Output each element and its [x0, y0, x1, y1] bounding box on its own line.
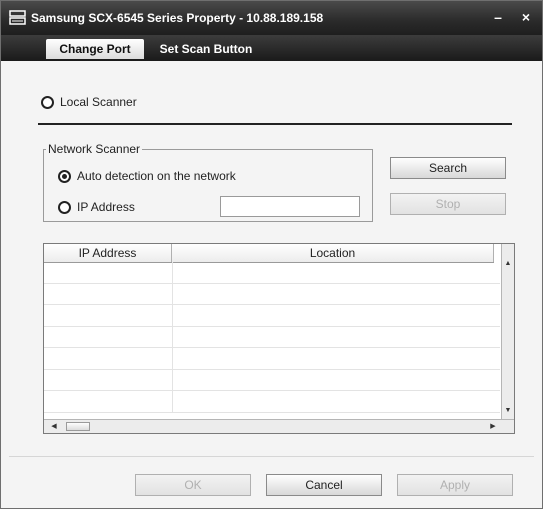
auto-detection-option[interactable]: Auto detection on the network: [58, 169, 236, 183]
table-row[interactable]: [44, 326, 500, 348]
ip-address-radio[interactable]: [58, 200, 71, 214]
tab-change-port[interactable]: Change Port: [46, 39, 144, 59]
scroll-up-icon[interactable]: ▲: [502, 258, 514, 270]
table-row[interactable]: [44, 391, 500, 413]
footer-divider: [9, 456, 534, 457]
table-row[interactable]: [44, 348, 500, 370]
apply-button[interactable]: Apply: [397, 474, 513, 496]
table-row[interactable]: [44, 305, 500, 327]
scroll-down-icon[interactable]: ▼: [502, 405, 514, 417]
separator-line: [38, 123, 512, 125]
scroll-right-icon[interactable]: ▶: [487, 421, 499, 432]
local-scanner-radio[interactable]: [41, 95, 54, 109]
local-scanner-label: Local Scanner: [60, 95, 137, 109]
minimize-icon[interactable]: –: [489, 8, 507, 26]
cancel-button[interactable]: Cancel: [266, 474, 382, 496]
ip-address-input[interactable]: [220, 196, 360, 217]
table-row[interactable]: [44, 262, 500, 284]
table-header: IP Address Location: [44, 244, 494, 263]
auto-detection-label: Auto detection on the network: [77, 169, 236, 183]
column-header-location[interactable]: Location: [172, 244, 494, 262]
table-row[interactable]: [44, 369, 500, 391]
scanner-list-table[interactable]: IP Address Location ▲ ▼ ◀ ▶: [43, 243, 515, 434]
tab-bar: Change Port Set Scan Button: [1, 35, 542, 61]
tab-set-scan-button[interactable]: Set Scan Button: [151, 39, 261, 59]
ok-button[interactable]: OK: [135, 474, 251, 496]
scroll-left-icon[interactable]: ◀: [48, 421, 60, 432]
vertical-scrollbar[interactable]: ▲ ▼: [501, 244, 514, 419]
window-title: Samsung SCX-6545 Series Property - 10.88…: [31, 11, 324, 25]
horizontal-scrollbar[interactable]: ◀ ▶: [44, 419, 514, 433]
ip-address-option[interactable]: IP Address: [58, 200, 135, 214]
scrollbar-thumb[interactable]: [66, 422, 90, 431]
search-button[interactable]: Search: [390, 157, 506, 179]
column-header-ip-address[interactable]: IP Address: [44, 244, 172, 262]
auto-detection-radio[interactable]: [58, 169, 71, 183]
table-row[interactable]: [44, 283, 500, 305]
ip-address-label: IP Address: [77, 200, 135, 214]
scanner-icon: [9, 10, 26, 28]
table-body: [44, 262, 500, 418]
network-scanner-legend: Network Scanner: [48, 142, 141, 156]
title-bar[interactable]: Samsung SCX-6545 Series Property - 10.88…: [1, 1, 542, 35]
local-scanner-option[interactable]: Local Scanner: [41, 95, 137, 109]
property-window: Samsung SCX-6545 Series Property - 10.88…: [0, 0, 543, 509]
close-icon[interactable]: ×: [517, 8, 535, 26]
stop-button[interactable]: Stop: [390, 193, 506, 215]
